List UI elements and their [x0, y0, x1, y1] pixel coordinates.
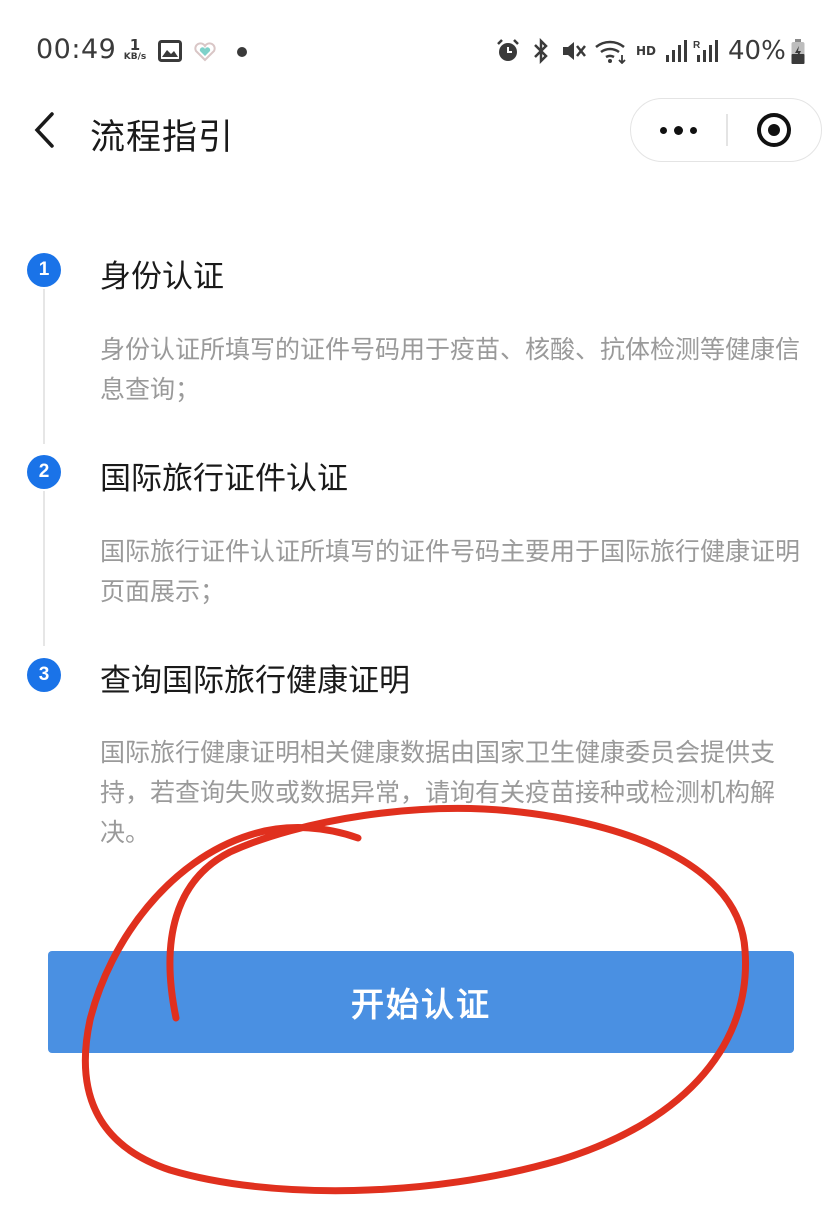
status-time: 00:49: [36, 34, 117, 65]
bluetooth-icon: [530, 37, 552, 68]
step-title: 查询国际旅行健康证明: [100, 663, 410, 699]
net-speed-value: 1: [129, 36, 141, 54]
gallery-icon: [158, 40, 182, 66]
step-description: 国际旅行证件认证所填写的证件号码主要用于国际旅行健康证明页面展示；: [100, 537, 801, 606]
mute-icon: [560, 38, 588, 68]
close-button[interactable]: [728, 99, 822, 161]
step-connector: [43, 289, 45, 444]
more-dots-icon-center: [674, 125, 683, 135]
step-number-badge: 2: [27, 455, 61, 489]
step-description: 身份认证所填写的证件号码用于疫苗、核酸、抗体检测等健康信息查询；: [100, 335, 801, 404]
step-number-badge: 3: [27, 658, 61, 692]
signal-roaming-icon: R: [693, 38, 721, 68]
battery-percent: 40%: [728, 36, 786, 66]
start-verification-button[interactable]: 开始认证: [48, 951, 794, 1053]
signal-icon: [664, 38, 690, 68]
wifi-icon: [594, 38, 628, 68]
net-speed: 1 KB/s: [120, 38, 150, 62]
miniprogram-close-icon: [757, 113, 792, 147]
chevron-left-icon: [34, 112, 54, 148]
net-speed-unit: KB/s: [123, 52, 147, 62]
page-title: 流程指引: [90, 118, 235, 158]
network-type-label: HD: [636, 44, 657, 58]
step-connector: [43, 491, 45, 646]
alarm-icon: [495, 38, 521, 68]
step-description: 国际旅行健康证明相关健康数据由国家卫生健康委员会提供支持，若查询失败或数据异常，…: [100, 738, 776, 847]
back-button[interactable]: [32, 110, 58, 154]
more-dots-icon: [660, 126, 667, 134]
step-title: 身份认证: [100, 259, 224, 295]
more-button[interactable]: [631, 99, 726, 161]
step-title: 国际旅行证件认证: [100, 461, 348, 497]
more-dots-icon-right: [690, 126, 697, 134]
svg-text:R: R: [693, 40, 701, 51]
step-number-badge: 1: [27, 253, 61, 287]
notification-dot-icon: [237, 47, 247, 57]
heart-icon: [193, 42, 217, 66]
status-bar: 00:49 1 KB/s HD R 40%: [0, 0, 840, 100]
battery-charging-icon: [790, 38, 806, 70]
miniprogram-capsule: [630, 98, 822, 162]
